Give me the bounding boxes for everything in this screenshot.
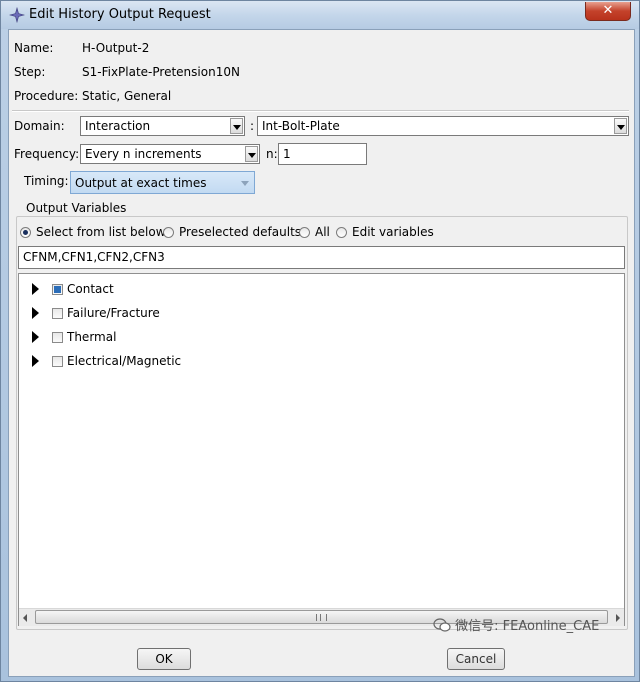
frequency-value: Every n increments — [85, 147, 202, 161]
cancel-button[interactable]: Cancel — [447, 648, 505, 670]
interaction-value: Int-Bolt-Plate — [262, 119, 340, 133]
grip-icon — [316, 614, 327, 621]
radio-all[interactable] — [299, 227, 310, 238]
procedure-label: Procedure: — [14, 89, 79, 103]
n-label: n: — [266, 147, 278, 161]
radio-preselected-defaults[interactable] — [163, 227, 174, 238]
frequency-select[interactable]: Every n increments — [80, 144, 260, 164]
expand-arrow-icon[interactable] — [32, 283, 39, 295]
tree-item-label[interactable]: Failure/Fracture — [67, 306, 160, 320]
step-label: Step: — [14, 65, 46, 79]
checkbox-thermal[interactable] — [52, 332, 63, 343]
radio-label-edit-variables[interactable]: Edit variables — [352, 225, 434, 239]
n-input[interactable]: 1 — [278, 143, 367, 165]
tree-item-label[interactable]: Contact — [67, 282, 114, 296]
output-variables-title: Output Variables — [25, 201, 128, 215]
separator — [12, 110, 629, 112]
tree-item-label[interactable]: Thermal — [67, 330, 116, 344]
name-value: H-Output-2 — [82, 41, 150, 55]
timing-label: Timing: — [24, 174, 69, 188]
domain-value: Interaction — [85, 119, 151, 133]
tree-item-label[interactable]: Electrical/Magnetic — [67, 354, 181, 368]
procedure-value: Static, General — [82, 89, 172, 103]
variables-input[interactable]: CFNM,CFN1,CFN2,CFN3 — [18, 246, 625, 269]
radio-select-from-list[interactable] — [20, 227, 31, 238]
radio-label-preselected-defaults[interactable]: Preselected defaults — [179, 225, 301, 239]
title-bar[interactable]: Edit History Output Request ✕ — [1, 1, 639, 29]
expand-arrow-icon[interactable] — [32, 355, 39, 367]
ok-button[interactable]: OK — [137, 648, 191, 670]
domain-label: Domain: — [14, 119, 65, 133]
radio-edit-variables[interactable] — [336, 227, 347, 238]
scroll-left-icon[interactable] — [23, 614, 27, 622]
chevron-down-icon[interactable] — [239, 175, 251, 190]
chevron-down-icon[interactable] — [614, 118, 627, 134]
radio-label-select-from-list[interactable]: Select from list below — [36, 225, 166, 239]
name-label: Name: — [14, 41, 54, 55]
radio-label-all[interactable]: All — [315, 225, 330, 239]
chevron-down-icon[interactable] — [230, 118, 243, 134]
watermark-text: 微信号: FEAonline_CAE — [455, 619, 600, 634]
domain-select[interactable]: Interaction — [80, 116, 245, 136]
checkbox-electrical-magnetic[interactable] — [52, 356, 63, 367]
checkbox-failure-fracture[interactable] — [52, 308, 63, 319]
timing-value: Output at exact times — [75, 176, 207, 190]
dialog-body: Name: H-Output-2 Step: S1-FixPlate-Prete… — [8, 29, 635, 677]
interaction-select[interactable]: Int-Bolt-Plate — [257, 116, 629, 136]
domain-separator: : — [250, 119, 255, 133]
dialog-window: Edit History Output Request ✕ Name: H-Ou… — [0, 0, 640, 682]
step-value: S1-FixPlate-Pretension10N — [82, 65, 240, 79]
close-button[interactable]: ✕ — [585, 2, 631, 21]
window-title: Edit History Output Request — [29, 7, 211, 22]
frequency-label: Frequency: — [14, 147, 80, 161]
wechat-icon — [433, 618, 451, 632]
watermark: 微信号: FEAonline_CAE — [433, 615, 599, 634]
variables-value: CFNM,CFN1,CFN2,CFN3 — [23, 250, 165, 264]
expand-arrow-icon[interactable] — [32, 307, 39, 319]
chevron-down-icon[interactable] — [245, 146, 258, 162]
close-icon: ✕ — [602, 3, 614, 18]
expand-arrow-icon[interactable] — [32, 331, 39, 343]
n-value: 1 — [283, 147, 291, 161]
variables-tree[interactable]: Contact Failure/Fracture Thermal Electri… — [18, 273, 625, 626]
app-icon — [8, 6, 26, 24]
timing-select[interactable]: Output at exact times — [70, 171, 255, 194]
checkbox-contact[interactable] — [52, 284, 63, 295]
scroll-right-icon[interactable] — [616, 614, 620, 622]
